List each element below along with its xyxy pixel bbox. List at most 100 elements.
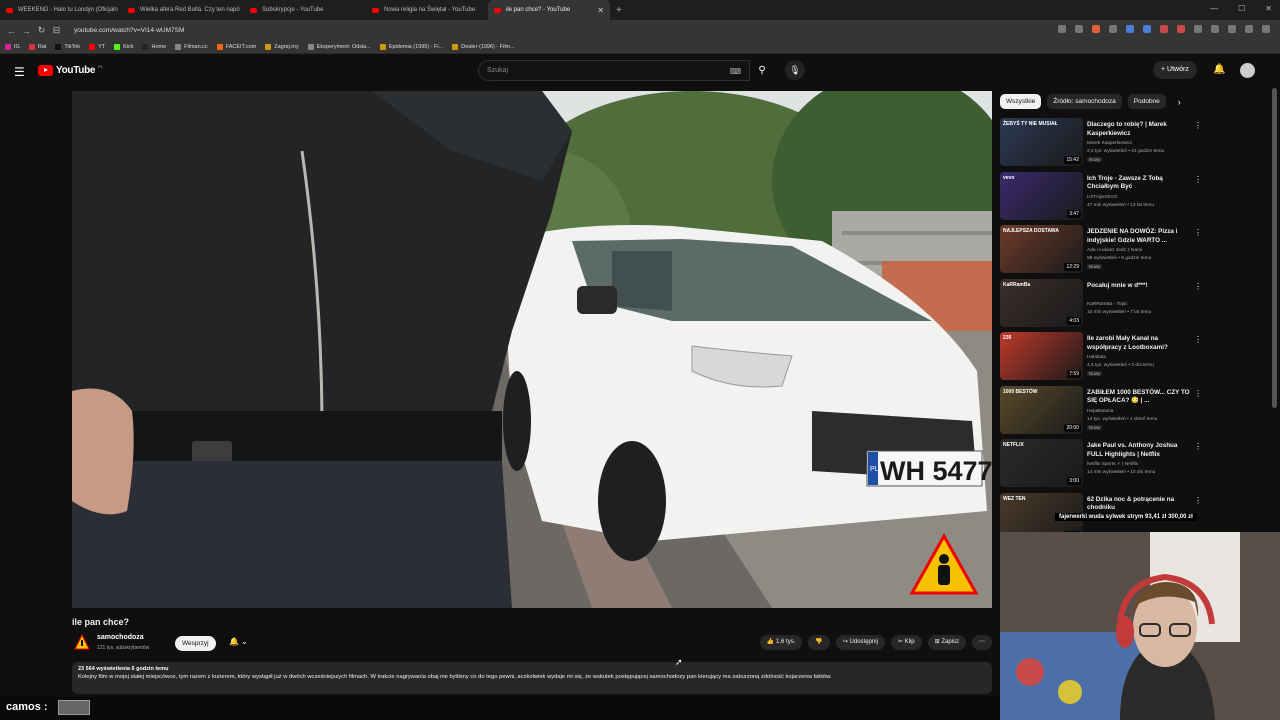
recommendation-thumbnail[interactable]: KaRRamBa 4:03 <box>1000 278 1083 327</box>
extension-icon[interactable] <box>1245 25 1253 33</box>
close-tab-icon[interactable]: ✕ <box>597 6 604 15</box>
more-vert-icon[interactable]: ⋮ <box>1194 389 1202 398</box>
more-vert-icon[interactable]: ⋮ <box>1194 121 1202 130</box>
url-field[interactable]: youtube.com/watch?v=VI14-wUM7SM <box>74 27 184 34</box>
bookmark[interactable]: YT <box>89 44 105 50</box>
video-description[interactable]: 23 564 wyświetlenia 6 godzin temu Kolejn… <box>72 662 992 694</box>
extension-icon[interactable] <box>1177 25 1185 33</box>
bookmark[interactable]: Zagraj.my <box>265 44 299 50</box>
bookmark[interactable]: Dealer (1996) - Film... <box>452 44 515 50</box>
recommendation-title[interactable]: Dlaczego to robię? | Marek Kasperkiewicz <box>1087 121 1194 138</box>
recommendation-channel[interactable]: IchTrojeVEVO <box>1087 195 1117 200</box>
chevron-right-icon[interactable]: › <box>1178 97 1181 107</box>
recommendation-item[interactable]: vevo 3:47 Ich Troje - Zawsze Z Tobą Chciał… <box>1000 171 1208 226</box>
reload-icon[interactable]: ↻ <box>34 25 49 36</box>
save-button[interactable]: ⊞ Zapisz <box>927 635 966 650</box>
recommendation-thumbnail[interactable]: 230 7:59 <box>1000 332 1083 380</box>
recommendation-title[interactable]: Jake Paul vs. Anthony Joshua FULL Highli… <box>1087 442 1194 459</box>
youtube-logo[interactable]: YouTube PL <box>38 64 103 76</box>
extension-icon[interactable] <box>1126 25 1134 33</box>
recommendation-title[interactable]: JEDZENIE NA DOWÓZ: Pizza i indyjskie! Gd… <box>1087 228 1194 245</box>
recommendation-item[interactable]: 1000 BESTÓW 20:00 ZABIŁEM 1000 BESTÓW... C… <box>1000 385 1208 440</box>
browser-tab-active[interactable]: ile pan chce? - YouTube ✕ <box>488 0 610 20</box>
bookmark[interactable]: Eksperyment: Odsia... <box>307 44 371 50</box>
bookmark[interactable]: FACEIT.com <box>216 44 256 50</box>
new-tab-icon[interactable]: + <box>616 5 622 16</box>
recommendation-channel[interactable]: KaRRamBa - Topic <box>1087 302 1128 307</box>
more-actions-button[interactable]: ⋯ <box>972 635 992 650</box>
more-vert-icon[interactable]: ⋮ <box>1194 335 1202 344</box>
subscription-bell-icon[interactable]: 🔔 ⌄ <box>229 637 248 646</box>
recommendation-title[interactable]: Pocałuj mnie w d***! <box>1087 282 1194 291</box>
clip-button[interactable]: ✂ Klip <box>890 635 922 650</box>
channel-avatar[interactable] <box>74 634 90 650</box>
recommendation-channel[interactable]: Marek Kasperkiewicz <box>1087 141 1132 146</box>
extension-icon[interactable] <box>1143 25 1151 33</box>
support-button[interactable]: Wesprzyj <box>175 636 216 651</box>
like-button[interactable]: 👍 1,6 tys. <box>759 635 803 650</box>
more-vert-icon[interactable]: ⋮ <box>1194 228 1202 237</box>
recommendation-channel[interactable]: Netflix Sports ✓ | Netflix <box>1087 462 1138 467</box>
more-vert-icon[interactable]: ⋮ <box>1194 175 1202 184</box>
extension-icon[interactable] <box>1092 25 1100 33</box>
more-vert-icon[interactable]: ⋮ <box>1194 282 1202 291</box>
recommendation-channel[interactable]: Halabala <box>1087 355 1106 360</box>
extension-icon[interactable] <box>1262 25 1270 33</box>
recommendation-title[interactable]: Ile zarobi Mały Kanał na współpracy z Lo… <box>1087 335 1194 352</box>
recommendation-title[interactable]: 62 Dzika noc & potrącenie na chodniku <box>1087 496 1194 513</box>
recommendation-item[interactable]: 230 7:59 Ile zarobi Mały Kanał na współpra… <box>1000 332 1208 386</box>
search-input[interactable]: Szukaj ⌨ <box>478 60 750 81</box>
page-scrollbar[interactable] <box>1272 88 1277 408</box>
site-info-icon[interactable]: ⊟ <box>49 25 64 36</box>
back-icon[interactable]: ← <box>4 26 19 36</box>
extension-icon[interactable] <box>1194 25 1202 33</box>
notifications-bell-icon[interactable]: 🔔 <box>1213 64 1225 75</box>
extension-icon[interactable] <box>1075 25 1083 33</box>
extension-icon[interactable] <box>1160 25 1168 33</box>
recommendation-thumbnail[interactable]: NAJLEPSZA DOSTAWA 12:29 <box>1000 225 1083 273</box>
recommendation-thumbnail[interactable]: NETFLIX 3:00 <box>1000 439 1083 487</box>
chip-related[interactable]: Podobne <box>1127 94 1166 109</box>
browser-tab[interactable]: WEEKEND - Halo tu Londyn (Oficjaln <box>0 0 122 20</box>
bookmark[interactable]: Filman.cc <box>175 44 208 50</box>
bookmark[interactable]: TikTok <box>55 44 80 50</box>
close-window-icon[interactable]: ✕ <box>1265 4 1272 13</box>
channel-name[interactable]: samochodoza <box>97 634 144 641</box>
browser-tab[interactable]: Subskrypcje - YouTube <box>244 0 366 20</box>
bookmark[interactable]: Rat <box>28 44 46 50</box>
extension-icon[interactable] <box>1211 25 1219 33</box>
recommendation-title[interactable]: Ich Troje - Zawsze Z Tobą Chciałbym Być <box>1087 175 1194 192</box>
video-player[interactable]: WH 54776 PL <box>72 91 992 608</box>
minimize-icon[interactable]: — <box>1210 4 1218 13</box>
recommendation-thumbnail[interactable]: vevo 3:47 <box>1000 171 1083 220</box>
extension-icon[interactable] <box>1109 25 1117 33</box>
recommendation-thumbnail[interactable]: ŻEBYŚ TY NIE MUSIAŁ 15:42 <box>1000 118 1083 166</box>
recommendation-channel[interactable]: HejaBanana <box>1087 409 1113 414</box>
bookmark[interactable]: Kick <box>114 44 133 50</box>
recommendation-title[interactable]: ZABIŁEM 1000 BESTÓW... CZY TO SIĘ OPŁACA… <box>1087 389 1194 406</box>
maximize-icon[interactable]: ☐ <box>1238 4 1245 13</box>
chip-source[interactable]: Źródło: samochodoza <box>1047 94 1122 109</box>
voice-search-button[interactable]: 🎙 <box>785 60 805 80</box>
forward-icon[interactable]: → <box>19 26 34 36</box>
recommendation-item[interactable]: NAJLEPSZA DOSTAWA 12:29 JEDZENIE NA DOWÓZ:… <box>1000 225 1208 279</box>
bookmark[interactable]: Epidemia (1995) - Fi... <box>379 44 443 50</box>
bookmark[interactable]: IG <box>5 44 20 50</box>
create-button[interactable]: + Utwórz <box>1153 61 1197 79</box>
recommendation-thumbnail[interactable]: 1000 BESTÓW 20:00 <box>1000 385 1083 434</box>
recommendation-channel[interactable]: Ada i Łukasz Jedz z Nami <box>1087 248 1142 253</box>
recommendation-item[interactable]: NETFLIX 3:00 Jake Paul vs. Anthony Joshua … <box>1000 439 1208 493</box>
keyboard-icon[interactable]: ⌨ <box>729 67 741 76</box>
recommendation-item[interactable]: KaRRamBa 4:03 Pocałuj mnie w d***! KaRRamBa… <box>1000 278 1208 333</box>
search-button[interactable]: ⚲ <box>750 60 774 81</box>
account-avatar[interactable] <box>1240 63 1255 78</box>
browser-tab[interactable]: Wielka afera Red Bulla. Czy ten napó <box>122 0 244 20</box>
chip-all[interactable]: Wszystkie <box>1000 94 1042 109</box>
browser-tab[interactable]: Nowa religia na Świętal - YouTube <box>366 0 488 20</box>
bookmark[interactable]: Home <box>142 44 166 50</box>
extension-icon[interactable] <box>1058 25 1066 33</box>
menu-icon[interactable]: ☰ <box>14 65 25 79</box>
more-vert-icon[interactable]: ⋮ <box>1194 442 1202 451</box>
recommendation-item[interactable]: ŻEBYŚ TY NIE MUSIAŁ 15:42 Dlaczego to robi… <box>1000 118 1208 172</box>
dislike-button[interactable]: 👎 <box>808 635 830 650</box>
